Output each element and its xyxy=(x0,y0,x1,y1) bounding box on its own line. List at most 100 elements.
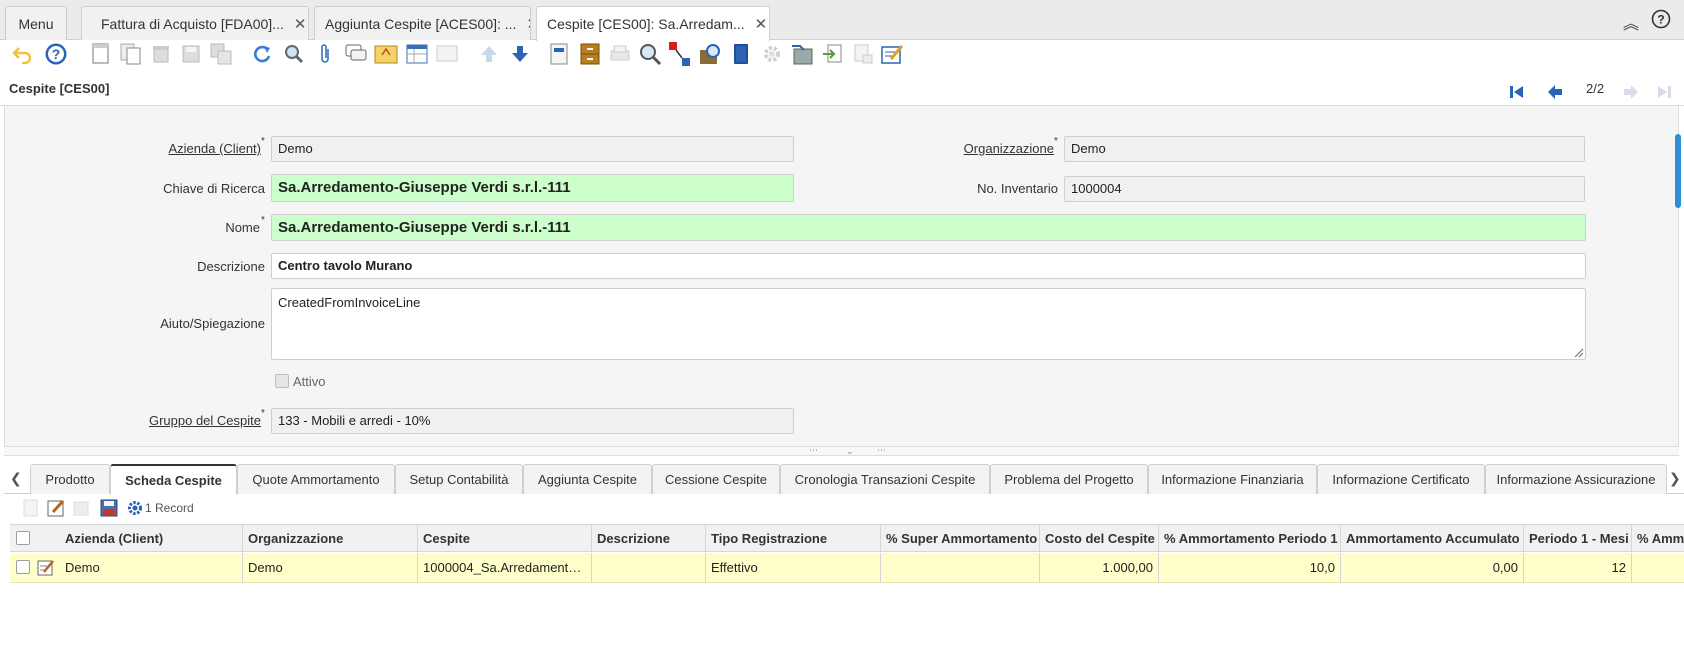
column-header[interactable]: Organizzazione xyxy=(243,525,418,552)
tab-depreciation[interactable]: Quote Ammortamento xyxy=(237,464,395,494)
resize-handle-icon[interactable] xyxy=(1572,346,1584,358)
column-header[interactable]: Costo del Cespite xyxy=(1040,525,1159,552)
refresh-icon[interactable] xyxy=(248,40,276,68)
name-field[interactable]: Sa.Arredamento-Giuseppe Verdi s.r.l.-111 xyxy=(271,214,1586,241)
grid-toggle-icon[interactable] xyxy=(403,40,431,68)
cell-accumulated[interactable]: 0,00 xyxy=(1341,553,1524,582)
column-header[interactable]: Ammortamento Accumulato xyxy=(1341,525,1524,552)
next-icon[interactable] xyxy=(1623,84,1639,100)
help-icon[interactable]: ? xyxy=(1651,9,1671,29)
chat-icon[interactable] xyxy=(342,40,370,68)
report-icon[interactable] xyxy=(545,40,573,68)
cell-asset[interactable]: 1000004_Sa.Arredamento-Giuseppe Verdi s.… xyxy=(418,553,592,582)
delete-icon[interactable] xyxy=(147,40,175,68)
form-scrollbar[interactable] xyxy=(1675,134,1681,208)
cell-org[interactable]: Demo xyxy=(243,553,418,582)
post-it-icon[interactable] xyxy=(372,40,400,68)
chevron-left-icon[interactable]: ❮ xyxy=(10,470,22,487)
close-icon[interactable]: ✕ xyxy=(294,15,307,33)
tab-asset-addition[interactable]: Aggiunta Cespite [ACES00]: ... ✕ xyxy=(314,6,531,40)
edit-row-icon[interactable] xyxy=(47,499,65,517)
column-header[interactable]: Tipo Registrazione xyxy=(706,525,881,552)
delete-row-icon[interactable] xyxy=(72,499,90,517)
column-header[interactable]: Descrizione xyxy=(592,525,706,552)
tab-purchase-invoice[interactable]: Fattura di Acquisto [FDA00]... ✕ xyxy=(81,6,309,40)
close-icon[interactable]: ✕ xyxy=(526,15,530,33)
cell-extra[interactable] xyxy=(1632,553,1684,582)
gear-icon[interactable] xyxy=(758,40,786,68)
product-info-icon[interactable] xyxy=(697,40,725,68)
row-checkbox[interactable] xyxy=(16,560,30,574)
print-icon[interactable] xyxy=(606,40,634,68)
attachment-icon[interactable] xyxy=(311,40,339,68)
archive-icon[interactable] xyxy=(576,40,604,68)
chevron-down-icon[interactable]: ⌄ xyxy=(846,446,854,457)
active-checkbox[interactable] xyxy=(275,374,289,388)
previous-icon[interactable] xyxy=(1547,84,1563,100)
save-and-new-icon[interactable] xyxy=(207,40,235,68)
import-icon[interactable] xyxy=(788,40,816,68)
gear-icon[interactable] xyxy=(126,499,144,517)
tab-label: Aggiunta Cespite [ACES00]: ... xyxy=(325,15,517,32)
copy-record-icon[interactable] xyxy=(117,40,145,68)
tab-certificate-info[interactable]: Informazione Certificato xyxy=(1317,464,1485,494)
description-field[interactable]: Centro tavolo Murano xyxy=(271,253,1586,279)
cell-months[interactable]: 12 xyxy=(1524,553,1632,582)
cell-asset-cost[interactable]: 1.000,00 xyxy=(1040,553,1159,582)
help-icon[interactable]: ? xyxy=(42,40,70,68)
edit-row-icon[interactable] xyxy=(37,559,55,576)
tab-menu[interactable]: Menu xyxy=(5,6,67,40)
cell-posting-type[interactable]: Effettivo xyxy=(706,553,881,582)
previous-record-icon[interactable] xyxy=(475,40,503,68)
asset-group-field[interactable]: 133 - Mobili e arredi - 10% xyxy=(271,408,794,434)
splitter[interactable]: ⋯ ⌄ ⋯ xyxy=(4,445,1679,457)
column-header[interactable]: % Ammo xyxy=(1632,525,1684,552)
tab-asset[interactable]: Cespite [CES00]: Sa.Arredam... ✕ xyxy=(536,6,770,41)
tab-project-issue[interactable]: Problema del Progetto xyxy=(990,464,1148,494)
find-icon[interactable] xyxy=(280,40,308,68)
undo-icon[interactable] xyxy=(8,40,36,68)
table-row[interactable]: Demo Demo 1000004_Sa.Arredamento-Giusepp… xyxy=(10,553,1684,583)
first-record-icon[interactable] xyxy=(1509,84,1525,100)
edit-icon[interactable] xyxy=(879,40,907,68)
next-record-icon[interactable] xyxy=(506,40,534,68)
tab-asset-addition[interactable]: Aggiunta Cespite xyxy=(523,464,652,494)
new-row-icon[interactable] xyxy=(22,499,40,517)
parent-record-icon[interactable] xyxy=(433,40,461,68)
last-record-icon[interactable] xyxy=(1656,84,1672,100)
book-icon[interactable] xyxy=(727,40,755,68)
select-all-checkbox[interactable] xyxy=(16,531,30,545)
help-textarea[interactable]: CreatedFromInvoiceLine xyxy=(271,288,1586,360)
export-icon[interactable] xyxy=(818,40,846,68)
org-field[interactable]: Demo xyxy=(1064,136,1585,162)
save-icon[interactable] xyxy=(177,40,205,68)
tab-accounting-setup[interactable]: Setup Contabilità xyxy=(395,464,523,494)
save-row-icon[interactable] xyxy=(100,499,118,517)
column-header[interactable]: Periodo 1 - Mesi xyxy=(1524,525,1632,552)
customize-icon[interactable] xyxy=(849,40,877,68)
column-header[interactable]: Azienda (Client) xyxy=(60,525,243,552)
column-header[interactable]: % Super Ammortamento xyxy=(881,525,1040,552)
tab-financial-info[interactable]: Informazione Finanziaria xyxy=(1148,464,1317,494)
tab-product[interactable]: Prodotto xyxy=(30,464,110,494)
tab-insurance-info[interactable]: Informazione Assicurazione xyxy=(1485,464,1667,494)
cell-client[interactable]: Demo xyxy=(60,553,243,582)
workflow-icon[interactable] xyxy=(666,40,694,68)
cell-description[interactable] xyxy=(592,553,706,582)
inventory-field[interactable]: 1000004 xyxy=(1064,176,1585,202)
column-header[interactable]: Cespite xyxy=(418,525,592,552)
chevron-right-icon[interactable]: ❯ xyxy=(1669,470,1681,487)
zoom-across-icon[interactable] xyxy=(636,40,664,68)
splitter-grip-icon: ⋯ xyxy=(877,445,886,455)
column-header[interactable]: % Ammortamento Periodo 1 xyxy=(1159,525,1341,552)
close-icon[interactable]: ✕ xyxy=(755,15,768,33)
tab-transaction-history[interactable]: Cronologia Transazioni Cespite xyxy=(780,464,990,494)
collapse-icon[interactable]: ︽ xyxy=(1623,10,1639,34)
search-key-field[interactable]: Sa.Arredamento-Giuseppe Verdi s.r.l.-111 xyxy=(271,174,794,202)
cell-super-amortization[interactable] xyxy=(881,553,1040,582)
tab-asset-disposal[interactable]: Cessione Cespite xyxy=(652,464,780,494)
tab-asset-card[interactable]: Scheda Cespite xyxy=(110,464,237,495)
new-record-icon[interactable] xyxy=(87,40,115,68)
client-field[interactable]: Demo xyxy=(271,136,794,162)
cell-amortization-pct[interactable]: 10,0 xyxy=(1159,553,1341,582)
